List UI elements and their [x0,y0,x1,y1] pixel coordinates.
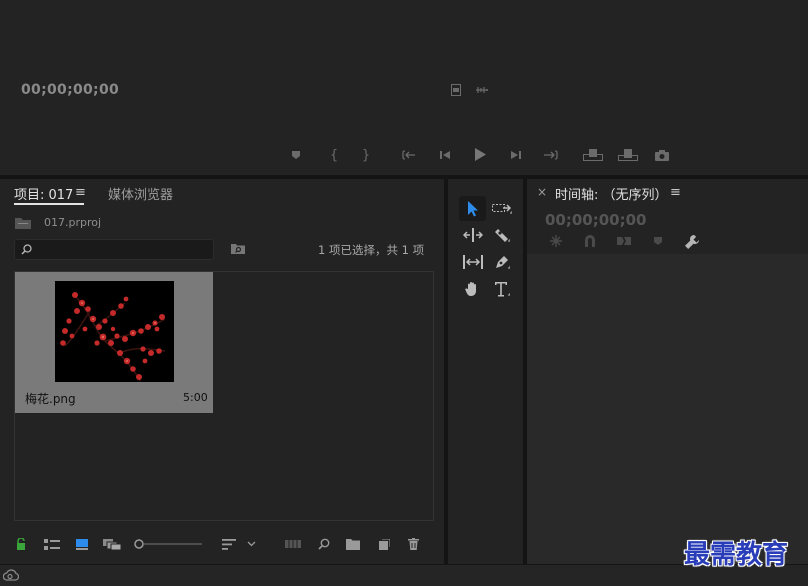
nest-sequence-icon[interactable] [548,234,564,248]
trash-icon[interactable] [404,537,422,551]
safe-margins-icon[interactable] [449,82,463,98]
step-forward-icon[interactable] [506,146,526,164]
sort-icon[interactable] [219,537,239,551]
play-icon[interactable] [470,145,490,163]
tab-media-browser[interactable]: 媒体浏览器 [108,184,173,203]
clip-name[interactable]: 梅花.png [25,390,76,407]
go-to-in-icon[interactable] [400,146,420,164]
search-icon [19,242,33,256]
hand-tool-icon[interactable] [460,279,486,299]
active-tab-underline [14,203,84,205]
panel-divider[interactable] [523,179,527,564]
tab-project[interactable]: 项目: 017 [14,184,73,203]
go-to-out-icon[interactable] [540,146,560,164]
pen-tool-icon[interactable] [490,252,514,272]
automate-to-sequence-icon [283,537,303,551]
freeform-view-icon[interactable] [101,537,123,551]
timeline-menu-icon[interactable]: ≡ [670,185,681,200]
zoom-slider[interactable] [133,537,205,551]
step-back-icon[interactable] [435,146,455,164]
export-frame-icon[interactable] [652,146,672,164]
new-search-bin-icon[interactable] [229,240,247,256]
insert-icon[interactable] [581,146,605,164]
overwrite-icon[interactable] [616,146,640,164]
ripple-edit-tool-icon[interactable] [460,225,486,245]
chevron-down-icon[interactable] [244,537,258,551]
find-icon[interactable] [315,537,333,551]
slip-tool-icon[interactable] [460,252,486,272]
timeline-track-area[interactable] [527,254,808,564]
lock-icon[interactable] [14,537,28,551]
creative-cloud-icon[interactable] [2,567,20,583]
panel-divider[interactable] [444,179,448,564]
watermark-logo: 最需教育 [684,540,789,570]
add-marker-icon[interactable] [286,146,306,164]
track-select-tool-icon[interactable] [490,198,514,218]
close-icon[interactable]: × [537,185,547,199]
timeline-timecode[interactable]: 00;00;00;00 [545,211,647,229]
tab-timeline[interactable]: 时间轴: （无序列） [555,184,668,203]
program-timecode[interactable]: 00;00;00;00 [21,82,119,98]
selection-tool-icon[interactable] [459,196,486,221]
audio-waveform-icon[interactable] [473,82,491,98]
add-marker-icon[interactable] [651,234,665,248]
wrench-icon[interactable] [683,234,701,250]
tab-menu-icon[interactable]: ≡ [75,185,86,200]
icon-view-icon[interactable] [74,537,90,551]
new-bin-icon[interactable] [344,537,362,551]
linked-selection-icon[interactable] [615,234,633,248]
list-view-icon[interactable] [42,537,62,551]
search-input[interactable] [14,239,214,260]
snap-icon[interactable] [582,234,598,248]
selection-status: 1 项已选择，共 1 项 [318,243,425,257]
new-item-icon[interactable] [375,537,393,551]
mark-in-icon[interactable]: { [324,146,344,164]
project-file-name: 017.prproj [44,216,102,229]
type-tool-icon[interactable] [490,279,514,299]
mark-out-icon[interactable]: } [356,146,376,164]
razor-tool-icon[interactable] [490,225,514,245]
clip-duration: 5:00 [183,391,208,404]
clip-thumbnail-image[interactable] [55,281,174,382]
project-folder-icon [14,216,32,230]
